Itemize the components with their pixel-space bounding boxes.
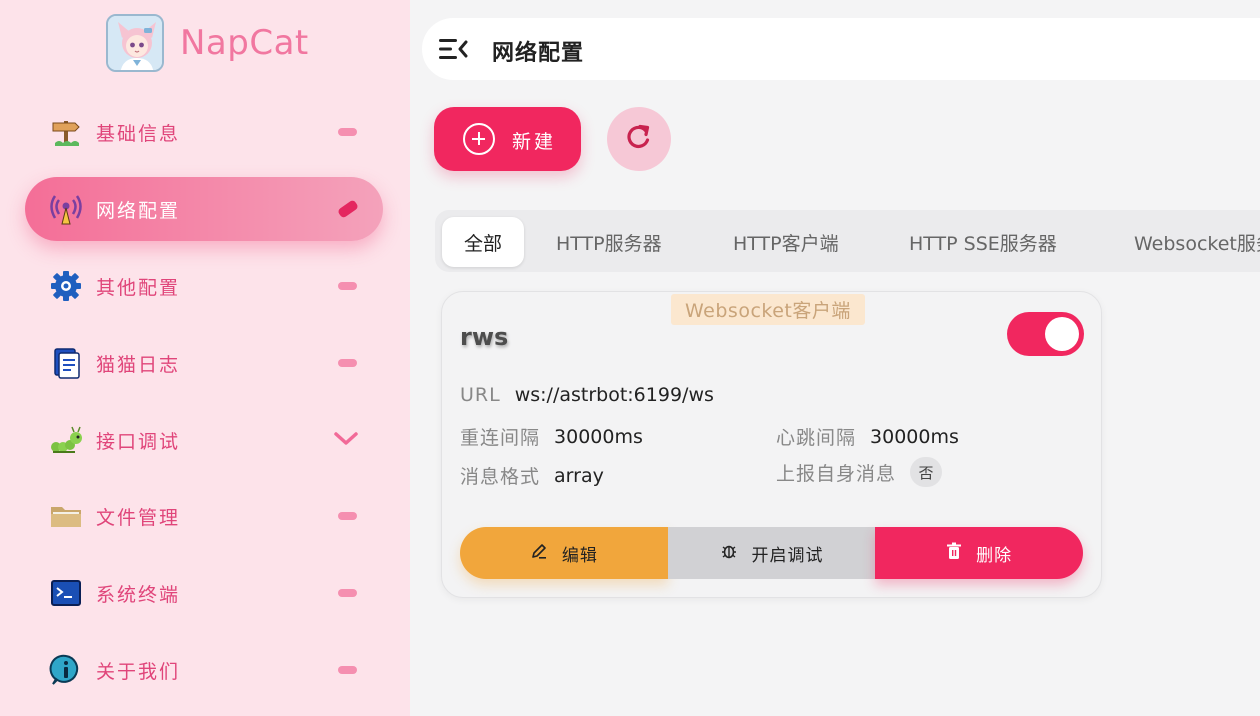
caterpillar-icon <box>49 423 83 457</box>
delete-button[interactable]: 删除 <box>875 527 1084 579</box>
napcat-logo <box>106 14 164 72</box>
refresh-button[interactable] <box>607 107 671 171</box>
sidebar-item-basic-info[interactable]: 基础信息 <box>25 100 383 164</box>
url-value: ws://astrbot:6199/ws <box>514 384 714 406</box>
page-title: 网络配置 <box>492 41 585 66</box>
sidebar-item-label: 基础信息 <box>96 122 181 145</box>
sidebar-item-cat-logs[interactable]: 猫猫日志 <box>25 331 383 395</box>
tab-websocket-server[interactable]: Websocket服务器 <box>1134 217 1260 267</box>
sidebar-item-label: 文件管理 <box>96 506 181 529</box>
toggle-knob <box>1045 317 1079 351</box>
sidebar-item-file-management[interactable]: 文件管理 <box>25 484 383 548</box>
heartbeat-label: 心跳间隔 <box>776 427 857 449</box>
info-icon <box>49 653 83 687</box>
edit-button[interactable]: 编辑 <box>460 527 668 579</box>
refresh-icon <box>625 123 653 155</box>
network-config-card: Websocket客户端 rws URL ws://astrbot:6199/w… <box>441 291 1102 598</box>
edit-button-label: 编辑 <box>561 545 598 566</box>
sidebar-item-label: 关于我们 <box>96 660 181 683</box>
reconnect-field: 重连间隔 30000ms <box>460 423 643 450</box>
reconnect-label: 重连间隔 <box>460 427 541 449</box>
sidebar-item-network-config[interactable]: 网络配置 <box>25 177 383 241</box>
tab-http-server[interactable]: HTTP服务器 <box>556 217 662 267</box>
chevron-down-icon <box>333 428 359 452</box>
collapse-indicator <box>338 359 357 367</box>
card-type-badge: Websocket客户端 <box>671 294 865 325</box>
message-format-field: 消息格式 array <box>460 462 604 489</box>
new-button-label: 新建 <box>512 131 557 153</box>
collapse-indicator <box>338 512 357 520</box>
sidebar-item-api-debug[interactable]: 接口调试 <box>25 408 383 472</box>
plus-circle-icon <box>463 123 495 155</box>
antenna-icon <box>49 192 83 226</box>
message-format-label: 消息格式 <box>460 466 541 488</box>
tab-http-client[interactable]: HTTP客户端 <box>733 217 839 267</box>
sidebar: NapCat 基础信息 网络配置 其他配置 猫猫日志 接口调试 文件管理 系统终… <box>0 0 410 716</box>
enable-debug-button[interactable]: 开启调试 <box>667 527 876 579</box>
gear-icon <box>49 269 83 303</box>
collapse-indicator <box>338 589 357 597</box>
collapse-indicator <box>338 282 357 290</box>
sidebar-item-label: 网络配置 <box>96 199 181 222</box>
message-format-value: array <box>554 464 604 487</box>
sidebar-item-label: 其他配置 <box>96 276 181 299</box>
enable-toggle[interactable] <box>1007 312 1084 356</box>
folder-icon <box>49 499 83 533</box>
url-field: URL ws://astrbot:6199/ws <box>460 384 714 406</box>
sidebar-item-system-terminal[interactable]: 系统终端 <box>25 561 383 625</box>
card-actions: 编辑 开启调试 删除 <box>460 527 1084 579</box>
top-bar: 网络配置 <box>422 18 1260 80</box>
url-label: URL <box>460 384 501 406</box>
enable-debug-label: 开启调试 <box>751 545 824 566</box>
pencil-icon <box>530 542 562 565</box>
connection-type-tabs: 全部 HTTP服务器 HTTP客户端 HTTP SSE服务器 Websocket… <box>435 210 1260 272</box>
collapse-indicator <box>338 128 357 136</box>
delete-button-label: 删除 <box>976 545 1013 566</box>
collapse-indicator <box>338 666 357 674</box>
heartbeat-value: 30000ms <box>870 425 959 448</box>
collapse-sidebar-icon[interactable] <box>438 36 468 62</box>
reconnect-value: 30000ms <box>554 425 643 448</box>
sidebar-item-label: 猫猫日志 <box>96 353 181 376</box>
signpost-icon <box>49 115 83 149</box>
report-self-value: 否 <box>910 457 943 487</box>
trash-icon <box>946 542 976 565</box>
heartbeat-field: 心跳间隔 30000ms <box>776 423 959 450</box>
card-title: rws <box>460 323 509 351</box>
sidebar-item-label: 接口调试 <box>96 430 181 453</box>
new-button[interactable]: 新建 <box>434 107 581 171</box>
brand: NapCat <box>106 14 309 72</box>
document-icon <box>49 346 83 380</box>
tab-http-sse-server[interactable]: HTTP SSE服务器 <box>909 217 1057 267</box>
sidebar-item-other-config[interactable]: 其他配置 <box>25 254 383 318</box>
report-self-field: 上报自身消息 否 <box>776 457 943 487</box>
report-self-label: 上报自身消息 <box>776 462 897 485</box>
bug-icon <box>720 542 752 565</box>
terminal-icon <box>49 576 83 610</box>
tab-all[interactable]: 全部 <box>442 217 524 267</box>
sidebar-item-label: 系统终端 <box>96 583 181 606</box>
app-name: NapCat <box>180 23 309 63</box>
collapse-indicator <box>336 199 360 219</box>
sidebar-item-about-us[interactable]: 关于我们 <box>25 638 383 702</box>
